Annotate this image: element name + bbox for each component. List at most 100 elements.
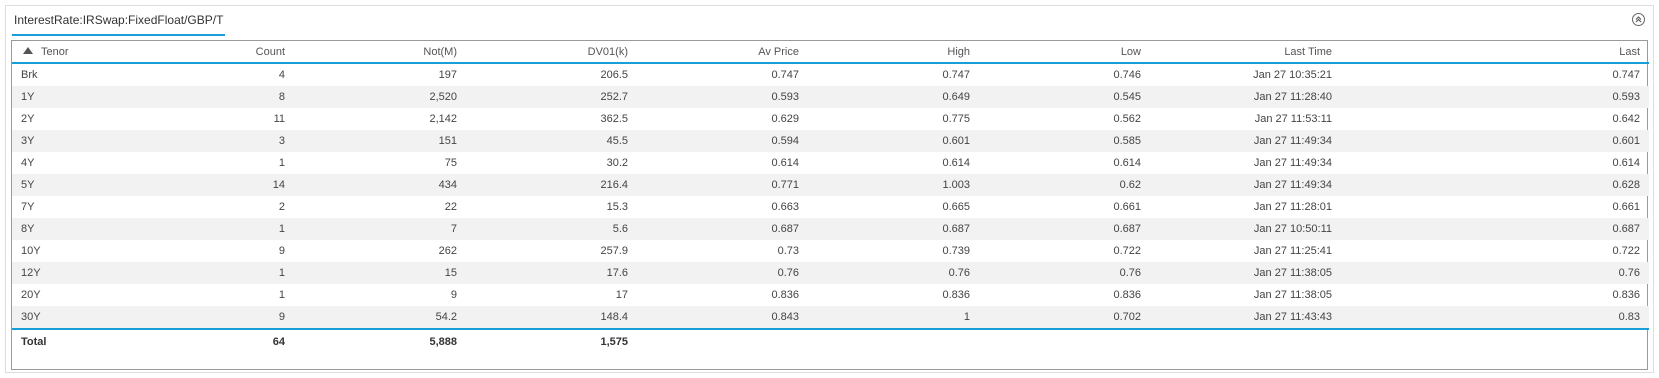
column-header-high[interactable]: High (808, 41, 979, 64)
dv01-cell: 206.5 (600, 69, 628, 81)
av-price-cell: 0.73 (777, 245, 799, 257)
last-cell: 0.747 (1612, 69, 1640, 81)
notional-cell: 197 (438, 69, 457, 81)
table-row[interactable]: 12Y 1 15 17.6 0.76 0.76 0.76 Jan 27 11:38:05 0.7… (12, 262, 1649, 284)
column-header-tenor[interactable]: Tenor (12, 41, 122, 64)
tenor-cell: 10Y (21, 245, 41, 257)
last-time-cell: Jan 27 11:28:40 (1150, 86, 1380, 108)
table-row[interactable]: 2Y 11 2,142 362.5 0.629 0.775 0.562 Jan 27 11:5… (12, 108, 1649, 130)
dv01-cell: 5.6 (466, 218, 637, 240)
total-row: Total 64 5,888 1,575 (12, 328, 1649, 354)
low-cell: 0.614 (1113, 157, 1141, 169)
column-header-av-price[interactable]: Av Price (637, 41, 808, 64)
low-cell: 0.545 (979, 86, 1150, 108)
dv01-cell: 17 (615, 289, 628, 301)
total-empty-cell (637, 328, 808, 354)
table-row[interactable]: Brk 4 197 206.5 0.747 0.747 0.746 Jan 27 10:35:… (12, 63, 1649, 86)
column-header-count[interactable]: Count (122, 41, 294, 64)
notional-cell: 54.2 (294, 306, 466, 329)
count-cell: 1 (122, 262, 294, 284)
high-cell: 0.687 (808, 218, 979, 240)
high-cell: 0.775 (942, 113, 970, 125)
tenor-table: Tenor Count Not(M) DV01(k) Av Price High… (12, 41, 1649, 354)
last-time-cell: Jan 27 10:50:11 (1150, 218, 1380, 240)
last-cell: 0.614 (1612, 157, 1640, 169)
header-row: Tenor Count Not(M) DV01(k) Av Price High… (12, 41, 1649, 64)
count-cell: 1 (122, 218, 294, 240)
high-cell: 0.649 (808, 86, 979, 108)
high-cell: 0.836 (942, 289, 970, 301)
dv01-cell: 362.5 (600, 113, 628, 125)
grid-body: Brk 4 197 206.5 0.747 0.747 0.746 Jan 27 10:35:… (12, 63, 1649, 329)
count-cell: 9 (278, 245, 285, 257)
av-price-cell: 0.594 (637, 130, 808, 152)
table-row[interactable]: 5Y 14 434 216.4 0.771 1.003 0.62 Jan 27 11:49:3… (12, 174, 1649, 196)
high-cell: 1.003 (808, 174, 979, 196)
last-time-cell: Jan 27 11:53:11 (1254, 113, 1332, 125)
column-header-low[interactable]: Low (979, 41, 1150, 64)
notional-cell: 151 (294, 130, 466, 152)
tenor-grid: Tenor Count Not(M) DV01(k) Av Price High… (11, 40, 1649, 370)
last-cell: 0.628 (1380, 174, 1649, 196)
last-time-cell: Jan 27 11:28:01 (1253, 201, 1332, 213)
dv01-cell: 17.6 (466, 262, 637, 284)
last-cell: 0.601 (1380, 130, 1649, 152)
high-cell: 0.614 (942, 157, 970, 169)
last-time-cell: Jan 27 11:49:34 (1253, 157, 1332, 169)
tenor-cell: 12Y (12, 262, 122, 284)
tenor-cell: 2Y (21, 113, 35, 125)
table-row[interactable]: 20Y 1 9 17 0.836 0.836 0.836 Jan 27 11:38:05 0.8… (12, 284, 1649, 306)
table-row[interactable]: 1Y 8 2,520 252.7 0.593 0.649 0.545 Jan 27 11:28… (12, 86, 1649, 108)
column-header-last[interactable]: Last (1380, 41, 1649, 64)
tenor-cell: 1Y (12, 86, 122, 108)
av-price-cell: 0.843 (637, 306, 808, 329)
column-header-notional[interactable]: Not(M) (294, 41, 466, 64)
count-cell: 11 (273, 113, 285, 125)
table-row[interactable]: 3Y 3 151 45.5 0.594 0.601 0.585 Jan 27 11:49:34… (12, 130, 1649, 152)
count-cell: 2 (278, 201, 285, 213)
table-row[interactable]: 8Y 1 7 5.6 0.687 0.687 0.687 Jan 27 10:50:11 0.6… (12, 218, 1649, 240)
sort-ascending-icon[interactable] (23, 46, 33, 54)
column-header-dv01[interactable]: DV01(k) (466, 41, 637, 64)
last-cell: 0.593 (1380, 86, 1649, 108)
panel-title-tab[interactable]: InterestRate:IRSwap:FixedFloat/GBP/T (12, 6, 226, 36)
total-empty-cell (1150, 328, 1380, 354)
count-cell: 8 (122, 86, 294, 108)
table-row[interactable]: 30Y 9 54.2 148.4 0.843 1 0.702 Jan 27 11:43:43 0… (12, 306, 1649, 329)
total-empty-cell (808, 328, 979, 354)
last-cell: 0.83 (1380, 306, 1649, 329)
notional-cell: 75 (444, 157, 457, 169)
low-cell: 0.76 (979, 262, 1150, 284)
tenor-cell: Brk (21, 69, 38, 81)
last-time-cell: Jan 27 11:49:34 (1150, 174, 1380, 196)
tenor-cell: 7Y (21, 201, 35, 213)
last-cell: 0.661 (1612, 201, 1640, 213)
low-cell: 0.62 (979, 174, 1150, 196)
high-cell: 0.76 (808, 262, 979, 284)
table-row[interactable]: 7Y 2 22 15.3 0.663 0.665 0.661 Jan 27 11:28:01 0… (12, 196, 1649, 218)
table-row[interactable]: 4Y 1 75 30.2 0.614 0.614 0.614 Jan 27 11:49:34 0… (12, 152, 1649, 174)
collapse-icon[interactable] (1632, 13, 1645, 26)
notional-cell: 22 (444, 201, 457, 213)
av-price-cell: 0.663 (771, 201, 799, 213)
notional-cell: 434 (294, 174, 466, 196)
low-cell: 0.836 (1113, 289, 1141, 301)
notional-cell: 2,142 (429, 113, 457, 125)
total-empty-cell (979, 328, 1150, 354)
av-price-cell: 0.76 (637, 262, 808, 284)
last-cell: 0.722 (1612, 245, 1640, 257)
av-price-cell: 0.771 (637, 174, 808, 196)
count-cell: 4 (278, 69, 285, 81)
panel-header: InterestRate:IRSwap:FixedFloat/GBP/T (6, 6, 1653, 36)
av-price-cell: 0.593 (637, 86, 808, 108)
total-notional: 5,888 (294, 328, 466, 354)
count-cell: 1 (278, 157, 285, 169)
table-row[interactable]: 10Y 9 262 257.9 0.73 0.739 0.722 Jan 27 11:25:4… (12, 240, 1649, 262)
low-cell: 0.585 (979, 130, 1150, 152)
column-header-last-time[interactable]: Last Time (1150, 41, 1380, 64)
dv01-cell: 216.4 (466, 174, 637, 196)
notional-cell: 2,520 (294, 86, 466, 108)
high-cell: 0.601 (808, 130, 979, 152)
tenor-cell: 5Y (12, 174, 122, 196)
count-cell: 1 (278, 289, 285, 301)
